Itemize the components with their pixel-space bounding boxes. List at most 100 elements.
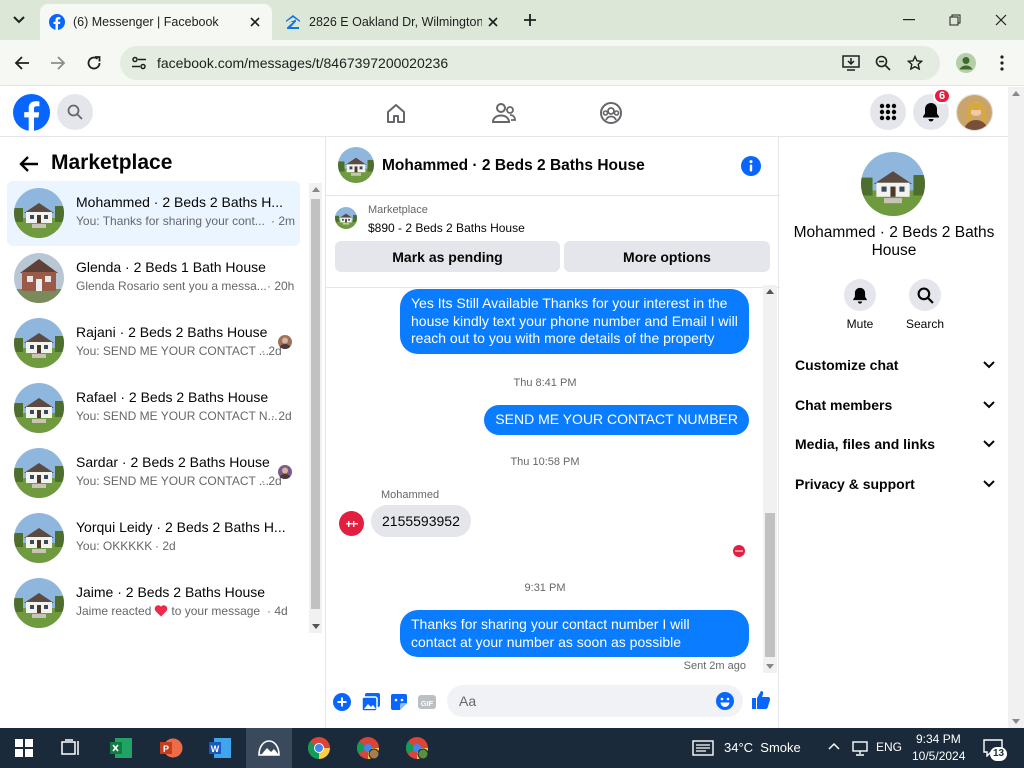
message-bubble-received: 2155593952 bbox=[371, 505, 471, 537]
groups-icon[interactable] bbox=[598, 100, 624, 126]
zoom-icon[interactable] bbox=[872, 52, 894, 74]
clock-time[interactable]: 9:34 PM bbox=[916, 732, 961, 746]
clock-date[interactable]: 10/5/2024 bbox=[912, 749, 965, 763]
search-label: Search bbox=[905, 317, 945, 331]
close-window-button[interactable] bbox=[988, 8, 1014, 32]
heart-reaction-icon bbox=[154, 604, 168, 617]
home-icon[interactable] bbox=[383, 100, 409, 126]
weather-icon[interactable] bbox=[692, 740, 714, 756]
chat-name: Rafael · 2 Beds 2 Baths House bbox=[76, 389, 269, 405]
chat-members-section[interactable]: Chat members bbox=[795, 397, 995, 413]
notification-count-badge: 13 bbox=[990, 747, 1008, 761]
search-button[interactable] bbox=[57, 94, 93, 130]
word-icon[interactable]: W bbox=[207, 735, 233, 761]
media-files-links-section[interactable]: Media, files and links bbox=[795, 436, 995, 452]
sender-avatar[interactable] bbox=[339, 511, 364, 536]
thread-scrollbar[interactable] bbox=[763, 285, 777, 673]
privacy-support-section[interactable]: Privacy & support bbox=[795, 476, 995, 492]
chat-list-scrollbar[interactable] bbox=[309, 183, 322, 633]
profile-icon[interactable] bbox=[953, 50, 979, 76]
conversation-avatar[interactable] bbox=[338, 147, 374, 183]
account-avatar[interactable] bbox=[956, 94, 993, 131]
photo-icon[interactable] bbox=[360, 691, 382, 713]
bell-icon bbox=[923, 103, 939, 122]
network-icon[interactable] bbox=[851, 740, 869, 756]
emoji-icon[interactable] bbox=[715, 691, 735, 711]
chevron-down-icon bbox=[983, 480, 995, 488]
chevron-up-icon[interactable] bbox=[828, 742, 840, 750]
back-button[interactable] bbox=[9, 50, 35, 76]
listing-thumbnail[interactable] bbox=[335, 207, 357, 229]
tab-zillow[interactable]: 2826 E Oakland Dr, Wilmington bbox=[278, 4, 510, 40]
url-text: facebook.com/messages/t/8467397200020236 bbox=[157, 55, 449, 71]
gif-icon[interactable]: GIF bbox=[416, 691, 438, 713]
bookmark-star-icon[interactable] bbox=[904, 52, 926, 74]
mark-as-pending-button[interactable]: Mark as pending bbox=[335, 241, 560, 272]
weather-text[interactable]: 34°C Smoke bbox=[724, 740, 801, 755]
search-conversation-button[interactable]: Search bbox=[895, 279, 955, 331]
chat-name: Rajani · 2 Beds 2 Baths House bbox=[76, 324, 268, 340]
close-tab-icon[interactable] bbox=[482, 11, 504, 33]
tab-messenger[interactable]: (6) Messenger | Facebook bbox=[40, 4, 272, 40]
mute-button[interactable]: Mute bbox=[830, 279, 890, 331]
listing-banner: Marketplace $890 - 2 Beds 2 Baths House … bbox=[326, 196, 780, 288]
chat-list-item[interactable]: Jaime · 2 Beds 2 Baths House Jaime reacte… bbox=[7, 571, 300, 636]
chat-list-item[interactable]: Rajani · 2 Beds 2 Baths House You: SEND M… bbox=[7, 311, 300, 376]
chat-name: Sardar · 2 Beds 2 Baths House bbox=[76, 454, 270, 470]
language-indicator[interactable]: ENG bbox=[876, 740, 902, 754]
message-input[interactable]: Aa bbox=[447, 685, 743, 717]
message-bubble-sent: Thanks for sharing your contact number I… bbox=[400, 610, 749, 657]
facebook-logo-icon[interactable] bbox=[13, 94, 50, 131]
plus-circle-icon[interactable] bbox=[331, 691, 353, 713]
tab-title: 2826 E Oakland Dr, Wilmington bbox=[309, 15, 482, 29]
back-arrow-icon[interactable] bbox=[18, 154, 40, 174]
minimize-button[interactable] bbox=[896, 8, 922, 32]
chat-list-item[interactable]: Rafael · 2 Beds 2 Baths House You: SEND M… bbox=[7, 376, 300, 441]
sticker-icon[interactable] bbox=[388, 691, 410, 713]
menu-button[interactable] bbox=[870, 94, 906, 130]
task-view-icon[interactable] bbox=[58, 735, 84, 761]
close-tab-icon[interactable] bbox=[244, 11, 266, 33]
chat-avatar bbox=[14, 253, 64, 303]
forward-button[interactable] bbox=[45, 50, 71, 76]
chat-list-item[interactable]: Glenda · 2 Beds 1 Bath House Glenda Rosar… bbox=[7, 246, 300, 311]
chat-list-item[interactable]: Mohammed · 2 Beds 2 Baths H... You: Thank… bbox=[7, 181, 300, 246]
timestamp: Thu 10:58 PM bbox=[510, 456, 580, 468]
chrome-profile-icon[interactable] bbox=[355, 735, 381, 761]
chat-preview: You: Thanks for sharing your cont... bbox=[76, 214, 265, 228]
conversation-title[interactable]: Mohammed · 2 Beds 2 Baths House bbox=[382, 157, 645, 175]
chat-avatar bbox=[14, 513, 64, 563]
windows-start-icon[interactable] bbox=[11, 735, 37, 761]
tab-search-button[interactable] bbox=[6, 8, 32, 32]
address-bar[interactable]: facebook.com/messages/t/8467397200020236 bbox=[120, 46, 940, 80]
chrome-icon[interactable] bbox=[306, 735, 332, 761]
thumbs-up-icon[interactable] bbox=[750, 689, 772, 711]
restore-button[interactable] bbox=[942, 8, 968, 32]
chat-preview: You: SEND ME YOUR CONTACT ... bbox=[76, 474, 269, 488]
chat-avatar bbox=[14, 578, 64, 628]
chat-preview-row: You: SEND ME YOUR CONTACT N... bbox=[76, 409, 278, 423]
install-app-icon[interactable] bbox=[840, 52, 862, 74]
excel-icon[interactable] bbox=[108, 735, 134, 761]
chat-list-item[interactable]: Yorqui Leidy · 2 Beds 2 Baths H... You: O… bbox=[7, 506, 300, 571]
chat-preview: You: SEND ME YOUR CONTACT ... bbox=[76, 344, 269, 358]
chat-time: · 4d bbox=[267, 604, 288, 618]
customize-chat-section[interactable]: Customize chat bbox=[795, 357, 995, 373]
reload-button[interactable] bbox=[81, 50, 107, 76]
new-tab-button[interactable] bbox=[518, 9, 542, 31]
powerpoint-icon[interactable]: P bbox=[158, 735, 184, 761]
more-options-button[interactable]: More options bbox=[564, 241, 770, 272]
site-settings-icon[interactable] bbox=[128, 52, 150, 74]
taskbar-active-app[interactable] bbox=[246, 728, 292, 768]
friends-icon[interactable] bbox=[491, 100, 517, 126]
chat-list-item[interactable]: Sardar · 2 Beds 2 Baths House You: SEND M… bbox=[7, 441, 300, 506]
chat-time: · 2m bbox=[271, 214, 295, 228]
browser-toolbar: facebook.com/messages/t/8467397200020236 bbox=[0, 40, 1024, 86]
details-avatar[interactable] bbox=[861, 152, 925, 216]
page-scrollbar[interactable] bbox=[1008, 87, 1024, 728]
chat-avatar bbox=[14, 188, 64, 238]
info-icon[interactable] bbox=[741, 156, 761, 176]
chrome-profile-icon[interactable] bbox=[404, 735, 430, 761]
listing-price-title[interactable]: $890 - 2 Beds 2 Baths House bbox=[368, 221, 525, 235]
browser-menu-icon[interactable] bbox=[989, 50, 1015, 76]
